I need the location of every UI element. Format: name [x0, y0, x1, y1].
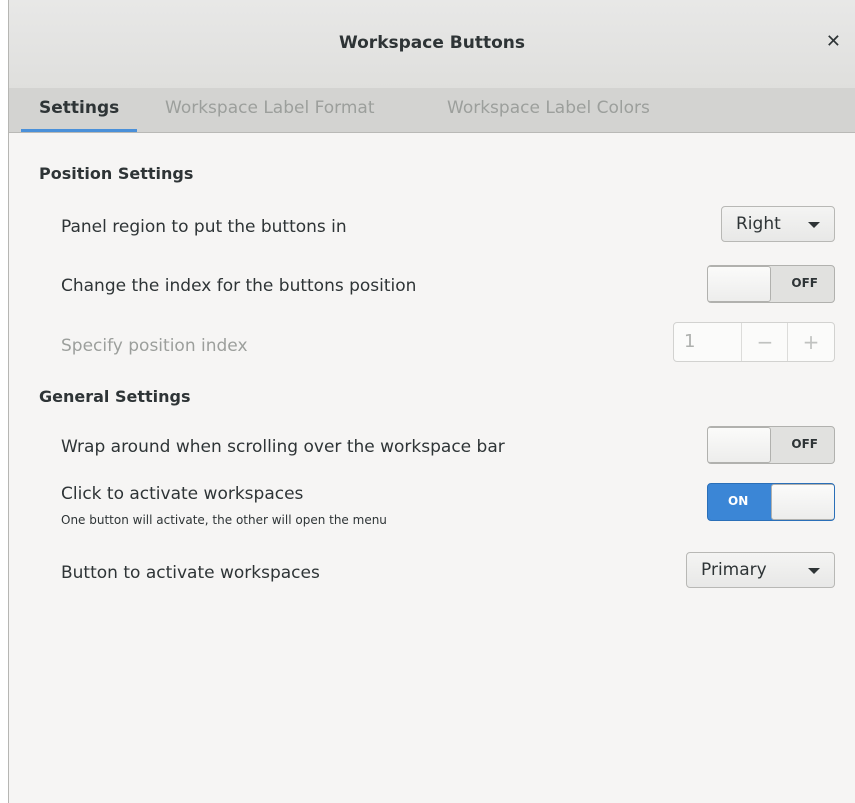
switch-state: OFF: [791, 276, 818, 290]
window-title: Workspace Buttons: [338, 33, 525, 53]
change-index-switch[interactable]: OFF: [707, 265, 835, 303]
switch-knob: [771, 484, 834, 520]
tab-workspace-label-format[interactable]: Workspace Label Format: [165, 88, 375, 132]
general-settings-heading: General Settings: [39, 387, 191, 406]
switch-knob: [708, 427, 771, 463]
position-index-spinbutton[interactable]: 1 − +: [673, 322, 835, 362]
position-settings-heading: Position Settings: [39, 164, 194, 183]
increment-button[interactable]: +: [787, 323, 834, 361]
tab-settings[interactable]: Settings: [20, 88, 138, 132]
change-index-label: Change the index for the buttons positio…: [61, 276, 417, 296]
activate-button-value: Primary: [701, 560, 767, 580]
chevron-down-icon: [808, 568, 820, 574]
position-index-label: Specify position index: [61, 336, 248, 356]
position-index-value[interactable]: 1: [684, 331, 695, 352]
wrap-around-switch[interactable]: OFF: [707, 426, 835, 464]
dialog-window: Workspace Buttons ✕ Settings Workspace L…: [8, 0, 855, 803]
click-activate-sublabel: One button will activate, the other will…: [61, 513, 387, 527]
activate-button-dropdown[interactable]: Primary: [686, 552, 835, 588]
close-icon[interactable]: ✕: [826, 31, 841, 52]
title-bar: Workspace Buttons ✕: [9, 0, 855, 89]
activate-button-label: Button to activate workspaces: [61, 563, 320, 583]
click-activate-label: Click to activate workspaces: [61, 484, 304, 504]
panel-region-label: Panel region to put the buttons in: [61, 217, 347, 237]
switch-state: ON: [728, 494, 749, 508]
settings-content: Position Settings Panel region to put th…: [9, 133, 855, 803]
decrement-button[interactable]: −: [741, 323, 788, 361]
switch-knob: [708, 266, 771, 302]
switch-state: OFF: [791, 437, 818, 451]
wrap-around-label: Wrap around when scrolling over the work…: [61, 437, 505, 457]
tab-bar: Settings Workspace Label Format Workspac…: [9, 88, 855, 133]
panel-region-value: Right: [736, 214, 781, 234]
panel-region-dropdown[interactable]: Right: [721, 206, 835, 242]
click-activate-switch[interactable]: ON: [707, 483, 835, 521]
tab-workspace-label-colors[interactable]: Workspace Label Colors: [447, 88, 650, 132]
chevron-down-icon: [808, 222, 820, 228]
